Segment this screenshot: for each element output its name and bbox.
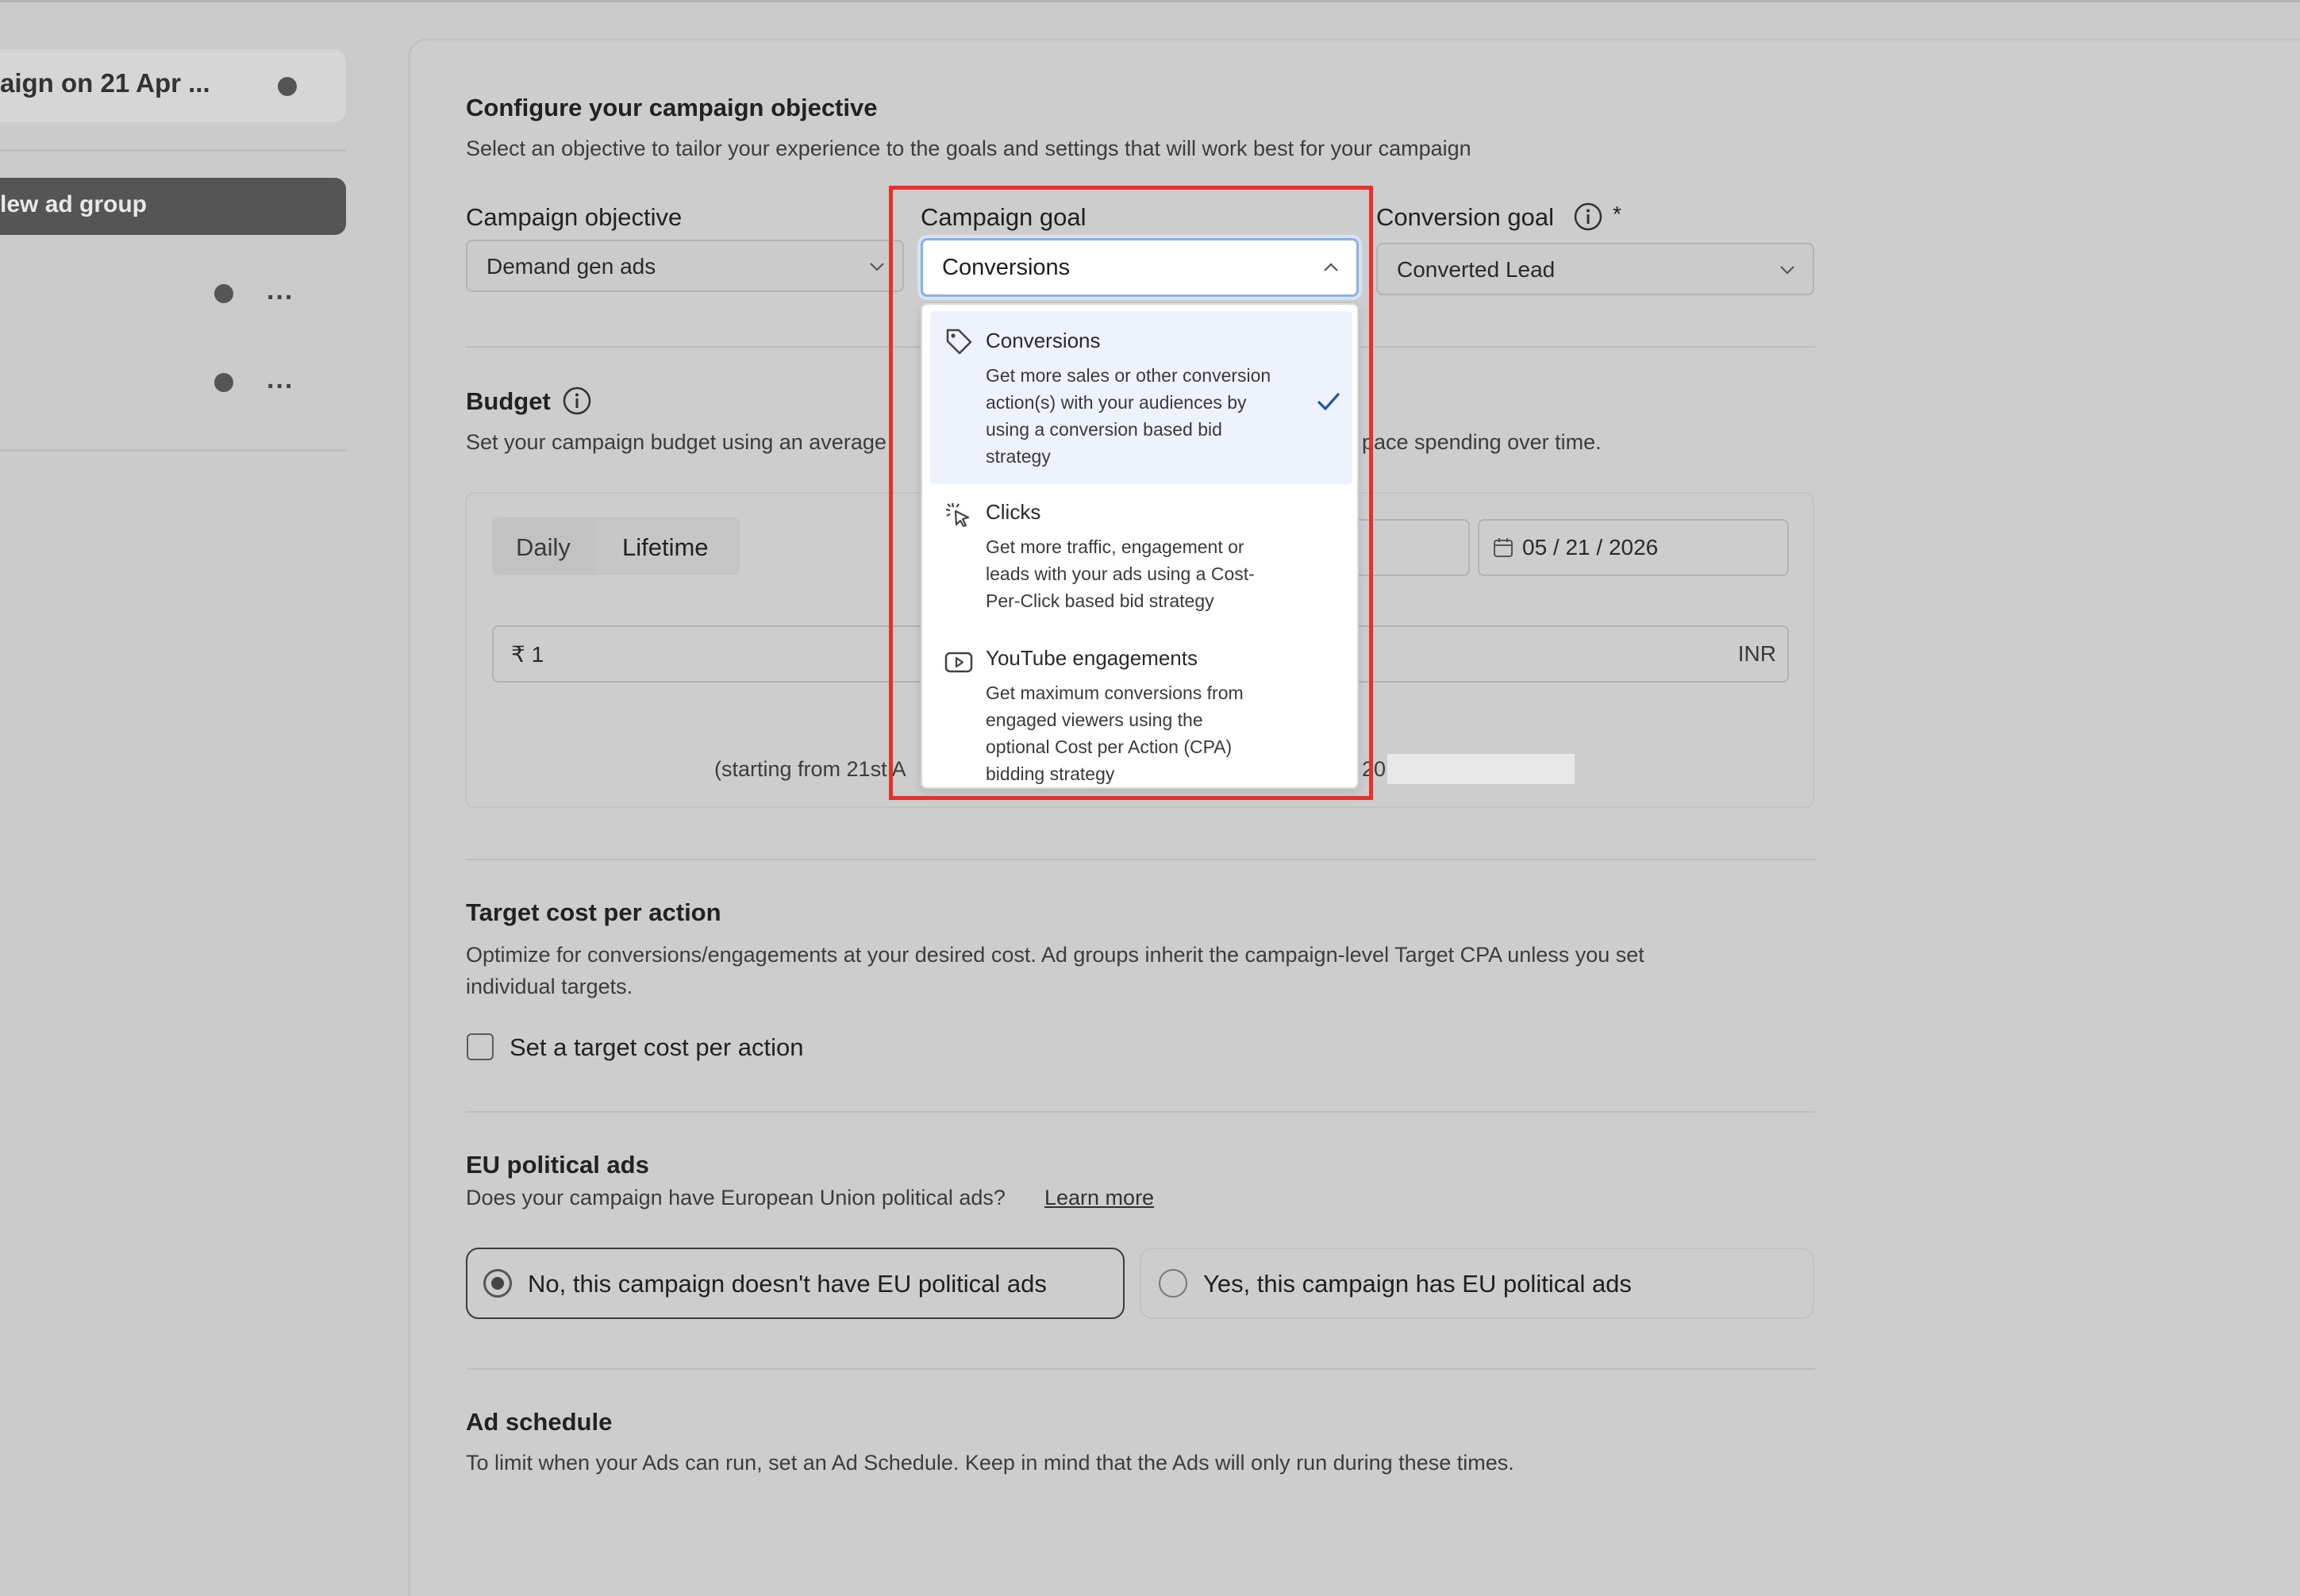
- ad-group-more-menu-icon[interactable]: ...: [267, 277, 294, 304]
- eu-political-ads-description: Does your campaign have European Union p…: [466, 1186, 1006, 1209]
- section-divider: [466, 1111, 1815, 1113]
- objective-section-description: Select an objective to tailor your exper…: [466, 137, 1471, 160]
- conversion-goal-label: Conversion goal: [1376, 203, 1555, 231]
- top-border: [0, 0, 2300, 2]
- objective-section-title: Configure your campaign objective: [466, 94, 878, 121]
- eu-option-no-label: No, this campaign doesn't have EU politi…: [528, 1270, 1047, 1298]
- sidebar-campaign-label: aign on 21 Apr ...: [0, 68, 210, 98]
- ad-group-more-menu-icon[interactable]: ...: [267, 366, 294, 393]
- learn-more-link[interactable]: Learn more: [1044, 1186, 1154, 1210]
- eu-option-no[interactable]: No, this campaign doesn't have EU politi…: [466, 1248, 1125, 1319]
- section-divider: [466, 859, 1815, 860]
- ad-group-status-dot: [214, 284, 233, 303]
- conversion-goal-select[interactable]: Converted Lead: [1376, 243, 1814, 295]
- eu-option-yes[interactable]: Yes, this campaign has EU political ads: [1140, 1248, 1814, 1319]
- target-cpa-checkbox-label[interactable]: Set a target cost per action: [510, 1033, 804, 1062]
- tab-lifetime[interactable]: Lifetime: [622, 533, 709, 562]
- info-icon[interactable]: [1573, 202, 1603, 232]
- budget-description-tail: pace spending over time.: [1362, 430, 1602, 454]
- ad-group-status-dot: [214, 373, 233, 392]
- budget-note: (starting from 21st A: [714, 757, 906, 781]
- info-icon[interactable]: [562, 386, 592, 416]
- end-date-input[interactable]: 05 / 21 / 2026: [1478, 519, 1789, 576]
- highlight-box: [889, 186, 1373, 800]
- tab-daily[interactable]: Daily: [516, 533, 571, 562]
- required-asterisk: *: [1613, 202, 1621, 226]
- budget-title: Budget: [466, 387, 551, 415]
- radio-button[interactable]: [1159, 1269, 1187, 1298]
- target-cpa-description: Optimize for conversions/engagements at …: [466, 943, 1644, 967]
- target-cpa-checkbox[interactable]: [467, 1033, 494, 1060]
- campaign-status-dot: [278, 77, 297, 96]
- radio-button-selected[interactable]: [483, 1269, 512, 1298]
- new-ad-group-label: lew ad group: [0, 191, 148, 217]
- end-date-value: 05 / 21 / 2026: [1522, 535, 1659, 560]
- target-cpa-title: Target cost per action: [466, 898, 721, 926]
- campaign-objective-label: Campaign objective: [466, 203, 683, 231]
- calendar-icon: [1494, 538, 1513, 557]
- redacted-value: [1387, 754, 1575, 784]
- campaign-objective-value: Demand gen ads: [487, 254, 656, 279]
- sidebar-divider: [0, 449, 346, 452]
- budget-amount-value: ₹ 1: [511, 642, 544, 667]
- eu-political-ads-title: EU political ads: [466, 1151, 649, 1179]
- currency-label: INR: [1737, 641, 1776, 666]
- budget-description: Set your campaign budget using an averag…: [466, 430, 887, 454]
- chevron-down-icon: [1780, 266, 1794, 275]
- conversion-goal-value: Converted Lead: [1397, 257, 1556, 282]
- target-cpa-description-2: individual targets.: [466, 975, 633, 998]
- chevron-down-icon: [870, 263, 884, 271]
- eu-option-yes-label: Yes, this campaign has EU political ads: [1203, 1270, 1632, 1298]
- ad-schedule-description: To limit when your Ads can run, set an A…: [466, 1451, 1514, 1475]
- section-divider: [466, 1368, 1815, 1370]
- ad-schedule-title: Ad schedule: [466, 1408, 613, 1436]
- sidebar-divider: [0, 149, 346, 152]
- campaign-objective-select[interactable]: Demand gen ads: [466, 240, 904, 292]
